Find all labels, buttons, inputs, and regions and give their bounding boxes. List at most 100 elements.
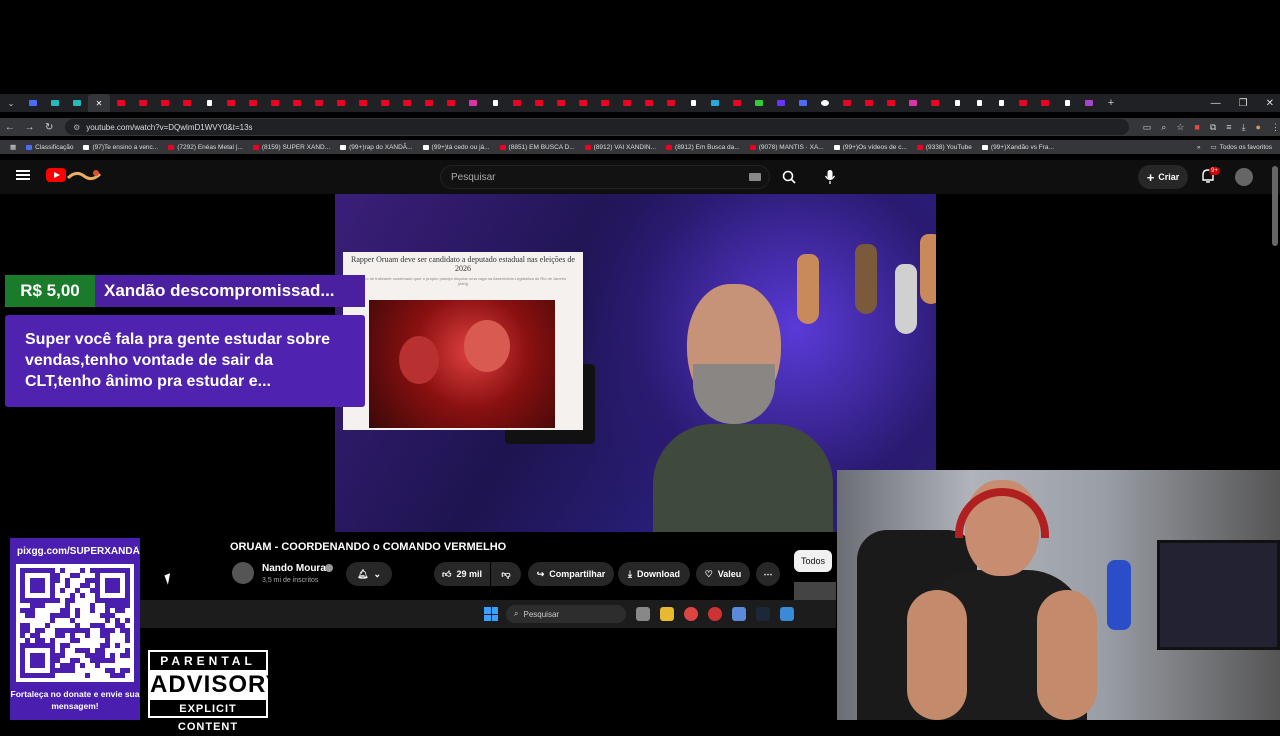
browser-tab[interactable] [66, 94, 88, 112]
app-icon[interactable] [780, 607, 794, 621]
search-button[interactable] [776, 165, 802, 189]
minimize-icon[interactable]: — [1211, 98, 1221, 109]
bookmark-item[interactable]: (99+)rap do XANDÃ... [340, 144, 413, 151]
browser-tab[interactable] [1056, 94, 1078, 112]
browser-tab[interactable] [528, 94, 550, 112]
browser-tab[interactable] [506, 94, 528, 112]
site-info-icon[interactable]: ⚙ [73, 123, 80, 132]
browser-tab[interactable] [814, 94, 836, 112]
browser-tab[interactable] [352, 94, 374, 112]
bookmark-item[interactable]: (8912) VAI XANDIN... [584, 144, 656, 151]
channel-avatar[interactable] [232, 562, 254, 584]
settings-icon[interactable] [732, 607, 746, 621]
menu-kebab-icon[interactable]: ⋮ [1271, 122, 1280, 133]
browser-tab[interactable] [1012, 94, 1034, 112]
bookmark-item[interactable]: (97)Te ensino a venc... [83, 144, 158, 151]
tab-list-button[interactable]: ⌄ [0, 94, 22, 112]
dislike-button[interactable]: 👎︎ [491, 562, 521, 586]
forward-icon[interactable]: → [20, 122, 40, 133]
browser-tab[interactable] [990, 94, 1012, 112]
bookmark-item[interactable]: (9078) MANTIS · XA... [749, 144, 824, 151]
apps-grid-icon[interactable]: ▦ [10, 143, 16, 151]
browser-tab[interactable] [264, 94, 286, 112]
zoom-icon[interactable]: ⌕ [1161, 122, 1166, 133]
task-view-icon[interactable] [636, 607, 650, 621]
browser-tab[interactable] [396, 94, 418, 112]
profile-icon[interactable]: ● [1256, 122, 1261, 133]
browser-tab[interactable] [572, 94, 594, 112]
extension-icon[interactable]: ■ [1194, 122, 1199, 133]
browser-tab[interactable] [22, 94, 44, 112]
browser-tab[interactable] [594, 94, 616, 112]
download-icon[interactable]: ⤓ [1242, 122, 1246, 133]
browser-tab[interactable] [550, 94, 572, 112]
like-button[interactable]: 👍︎ 29 mil [434, 562, 490, 586]
recommended-thumbnail[interactable] [794, 582, 836, 600]
chrome-icon[interactable] [684, 607, 698, 621]
bookmark-item[interactable]: (7292) Enéas Metal |... [168, 144, 243, 151]
cast-icon[interactable]: ▭ [1143, 122, 1152, 133]
browser-tab[interactable] [132, 94, 154, 112]
browser-tab[interactable] [682, 94, 704, 112]
star-icon[interactable]: ☆ [1176, 122, 1184, 133]
browser-tab[interactable] [418, 94, 440, 112]
bookmark-item[interactable]: (8851) EM BUSCA D... [499, 144, 575, 151]
voice-search-button[interactable] [820, 165, 840, 189]
file-explorer-icon[interactable] [660, 607, 674, 621]
page-scrollbar[interactable] [1272, 166, 1278, 246]
close-window-icon[interactable]: ✕ [1266, 98, 1274, 109]
back-icon[interactable]: ← [0, 122, 20, 133]
bookmark-item[interactable]: (9338) YouTube [916, 144, 972, 151]
browser-tab[interactable] [374, 94, 396, 112]
more-actions-button[interactable]: ⋯ [756, 562, 780, 586]
address-bar[interactable]: ⚙ youtube.com/watch?v=DQwlmD1WVY0&t=13s [65, 119, 1129, 135]
filter-chip-all[interactable]: Todos [794, 550, 832, 572]
browser-tab[interactable] [616, 94, 638, 112]
all-bookmarks-folder[interactable]: ▭ Todos os favoritos [1210, 143, 1272, 152]
youtube-logo[interactable] [46, 168, 66, 182]
steam-icon[interactable] [756, 607, 770, 621]
reload-icon[interactable]: ↻ [39, 122, 59, 133]
user-avatar[interactable] [1235, 168, 1253, 186]
browser-tab[interactable] [946, 94, 968, 112]
browser-tab[interactable] [1078, 94, 1100, 112]
bookmark-item[interactable]: (99+)Xandão vs Fra... [981, 144, 1054, 151]
taskbar-search[interactable]: ⌕ Pesquisar [506, 605, 626, 623]
share-button[interactable]: ↪ Compartilhar [528, 562, 614, 586]
browser-tab[interactable] [880, 94, 902, 112]
browser-tab[interactable] [110, 94, 132, 112]
browser-tab[interactable] [638, 94, 660, 112]
bookmark-item[interactable]: (8912) Em Busca da... [666, 144, 740, 151]
browser-tab[interactable] [792, 94, 814, 112]
more-bookmarks-icon[interactable]: » [1197, 144, 1201, 151]
browser-tab[interactable] [308, 94, 330, 112]
browser-tab[interactable] [770, 94, 792, 112]
browser-tab[interactable] [902, 94, 924, 112]
browser-tab[interactable] [704, 94, 726, 112]
browser-tab[interactable] [484, 94, 506, 112]
search-input[interactable]: Pesquisar [440, 165, 770, 189]
browser-tab[interactable] [924, 94, 946, 112]
browser-tab[interactable] [748, 94, 770, 112]
browser-tab[interactable] [836, 94, 858, 112]
channel-name[interactable]: Nando Moura [262, 563, 326, 574]
bookmark-item[interactable]: (99+)Os vídeos de c... [833, 144, 907, 151]
browser-tab[interactable] [968, 94, 990, 112]
browser-tab[interactable] [330, 94, 352, 112]
download-button[interactable]: ⤓ Download [618, 562, 690, 586]
keyboard-icon[interactable] [749, 173, 761, 181]
create-button[interactable]: + Criar [1138, 165, 1188, 189]
browser-tab[interactable] [726, 94, 748, 112]
browser-tab[interactable] [462, 94, 484, 112]
bookmark-item[interactable]: (99+)tá cedo ou já... [422, 144, 490, 151]
restore-icon[interactable]: ❐ [1239, 98, 1248, 109]
browser-tab[interactable] [220, 94, 242, 112]
browser-tab[interactable] [660, 94, 682, 112]
windows-start-icon[interactable] [484, 607, 498, 621]
bookmark-item[interactable]: (8159) SUPER XAND... [252, 144, 330, 151]
browser-tab[interactable] [1034, 94, 1056, 112]
close-icon[interactable]: ✕ [96, 99, 103, 108]
app-icon[interactable] [708, 607, 722, 621]
thanks-button[interactable]: ♡ Valeu [696, 562, 750, 586]
browser-tab[interactable] [198, 94, 220, 112]
